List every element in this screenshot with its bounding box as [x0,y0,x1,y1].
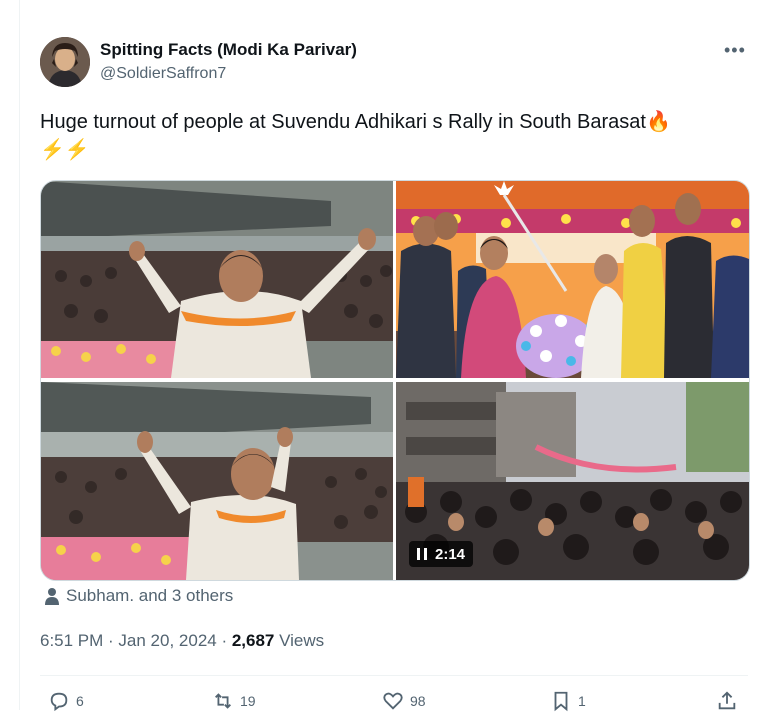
tweet-text: Huge turnout of people at Suvendu Adhika… [40,108,740,164]
retweet-button[interactable]: 19 [212,690,256,712]
tweet-body: Huge turnout of people at Suvendu Adhika… [40,111,646,133]
more-icon[interactable]: ••• [724,40,746,61]
video-duration-badge[interactable]: 2:14 [409,541,474,567]
tweet-meta: 6:51 PM · Jan 20, 2024 · 2,687 Views [40,631,324,651]
meta-separator: · [103,631,119,650]
like-icon [383,692,403,710]
avatar[interactable] [40,37,90,87]
action-bar: 6 19 98 1 [40,690,748,714]
views-count: 2,687 [231,631,275,650]
tagged-text: Subham. and 3 others [66,586,234,605]
bookmark-icon [554,691,568,712]
photo-rally-crowd[interactable] [41,181,393,378]
reply-button[interactable]: 6 [48,690,84,712]
person-icon [45,588,59,605]
video-street-crowd[interactable]: 2:14 [396,382,749,580]
tweet-time[interactable]: 6:51 PM [40,631,103,650]
lightning-emoji: ⚡⚡ [40,139,90,161]
author-display-name[interactable]: Spitting Facts (Modi Ka Parivar) [100,40,357,60]
like-button[interactable]: 98 [382,690,426,712]
photo-stage-ceremony[interactable] [396,181,749,378]
retweet-count: 19 [240,693,256,709]
reply-count: 6 [76,693,84,709]
meta-separator: · [216,631,232,650]
media-grid: 2:14 [40,180,750,581]
share-icon [718,691,736,710]
column-border [19,0,20,710]
video-duration: 2:14 [435,545,466,563]
photo-rally-crowd-2[interactable] [41,382,393,580]
pause-icon[interactable] [417,548,427,560]
tagged-users[interactable]: Subham. and 3 others [44,586,233,606]
tweet-date[interactable]: Jan 20, 2024 [118,631,216,650]
reply-icon [50,692,68,712]
retweet-icon [215,693,231,709]
like-count: 98 [410,693,426,709]
fire-emoji: 🔥 [645,111,671,133]
share-button[interactable] [716,690,738,712]
views-label: Views [274,631,325,650]
author-handle[interactable]: @SoldierSaffron7 [100,65,226,83]
divider [40,675,748,676]
bookmark-count: 1 [578,693,586,709]
bookmark-button[interactable]: 1 [550,690,586,712]
